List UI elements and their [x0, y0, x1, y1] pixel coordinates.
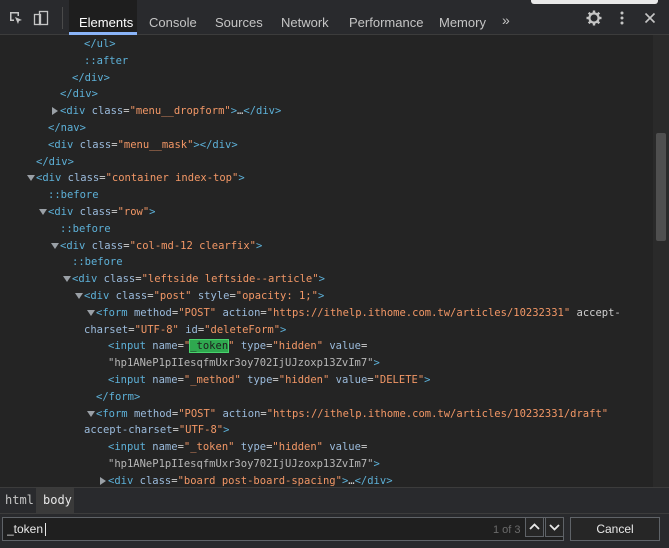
more-options-icon[interactable]	[614, 10, 630, 26]
dom-node-line[interactable]: charset="UTF-8" id="deleteForm">	[84, 322, 286, 338]
inspect-element-icon[interactable]	[8, 10, 24, 26]
toolbar-divider	[62, 7, 63, 29]
cancel-button[interactable]: Cancel	[570, 517, 660, 541]
dom-node-line[interactable]: <form method="POST" action="https://ithe…	[87, 406, 609, 422]
tab-network[interactable]: Network	[281, 0, 329, 35]
dom-node-text: ::before	[72, 256, 123, 269]
dom-node-text: ::after	[84, 54, 129, 67]
dom-node-text: <div class="row">	[48, 206, 156, 218]
dom-node-line[interactable]: "hp1ANeP1pIIesqfmUxr3oy702IjUJzoxp13ZvIm…	[108, 355, 380, 371]
dom-node-line[interactable]: <div class="menu__dropform">…</div>	[52, 103, 282, 119]
dom-node-text: "hp1ANeP1pIIesqfmUxr3oy702IjUJzoxp13ZvIm…	[108, 458, 380, 470]
dom-node-line[interactable]: <div class="board post-board-spacing">…<…	[100, 473, 393, 487]
dom-node-text: </ul>	[84, 38, 116, 50]
elements-scrollbar[interactable]	[653, 35, 669, 487]
search-box[interactable]: 1 of 3	[2, 517, 564, 541]
dom-node-line[interactable]: <div class="menu__mask"></div>	[48, 137, 238, 153]
collapsed-triangle-icon[interactable]	[52, 107, 58, 116]
tab-console[interactable]: Console	[149, 0, 197, 35]
chevron-up-icon	[529, 523, 540, 530]
dom-node-line[interactable]: <form method="POST" action="https://ithe…	[87, 305, 621, 321]
settings-gear-icon[interactable]	[586, 10, 602, 26]
expand-triangle-icon[interactable]	[75, 293, 83, 299]
search-input[interactable]	[7, 521, 477, 537]
devtools-toolbar: Elements Console Sources Network Perform…	[0, 0, 669, 35]
dom-node-text: <div class="leftside leftside--article">	[72, 273, 325, 286]
dom-node-text: <div class="container index-top">	[36, 172, 245, 185]
tab-elements[interactable]: Elements	[79, 0, 133, 35]
overflow-tabs-icon[interactable]: »	[502, 12, 510, 28]
dom-node-line[interactable]: ::before	[60, 221, 111, 237]
next-match-button[interactable]	[545, 517, 564, 537]
dom-node-text: <form method="POST" action="https://ithe…	[96, 306, 621, 319]
dom-node-text: <div class="menu__dropform">…</div>	[60, 105, 282, 118]
breadcrumb-item-html[interactable]: html	[5, 493, 34, 507]
dom-node-line[interactable]: </form>	[96, 389, 140, 405]
dom-node-line[interactable]: </ul>	[84, 36, 116, 52]
tab-sources[interactable]: Sources	[215, 0, 263, 35]
dom-node-text: charset="UTF-8" id="deleteForm">	[84, 323, 287, 336]
expand-triangle-icon[interactable]	[51, 242, 59, 249]
collapsed-triangle-icon[interactable]	[100, 476, 106, 485]
expand-triangle-icon[interactable]	[63, 276, 71, 283]
close-icon[interactable]	[642, 10, 658, 26]
dom-node-text: <input name="_token" type="hidden" value…	[108, 339, 368, 354]
previous-match-button[interactable]	[525, 517, 544, 537]
dom-node-text: </div>	[36, 155, 74, 168]
tab-memory[interactable]: Memory	[439, 0, 486, 35]
dom-node-text: <form method="POST" action="https://ithe…	[96, 407, 609, 420]
dom-node-line[interactable]: "hp1ANeP1pIIesqfmUxr3oy702IjUJzoxp13ZvIm…	[108, 456, 380, 472]
dom-node-text: <div class="board post-board-spacing">…<…	[108, 474, 393, 487]
expand-triangle-icon[interactable]	[27, 175, 35, 182]
window-edge	[531, 0, 658, 4]
text-caret	[45, 523, 46, 536]
dom-node-line[interactable]: </div>	[60, 86, 98, 102]
dom-node-line[interactable]: ::before	[48, 187, 99, 203]
dom-node-line[interactable]: <div class="row">	[39, 204, 156, 220]
dom-node-text: ::before	[48, 189, 99, 202]
dom-node-line[interactable]: <div class="col-md-12 clearfix">	[51, 238, 263, 254]
expand-triangle-icon[interactable]	[87, 309, 95, 316]
dom-node-line[interactable]: </nav>	[48, 120, 86, 136]
dom-node-line[interactable]: ::after	[84, 53, 128, 69]
device-toolbar-icon[interactable]	[33, 10, 49, 26]
chevron-down-icon	[549, 524, 560, 531]
dom-node-text: ::before	[60, 222, 111, 235]
dom-node-line[interactable]: ::before	[72, 254, 123, 270]
dom-node-line[interactable]: </div>	[36, 154, 74, 170]
dom-node-line[interactable]: <div class="leftside leftside--article">	[63, 271, 325, 287]
scrollbar-thumb[interactable]	[656, 133, 666, 241]
dom-node-text: <div class="menu__mask"></div>	[48, 138, 238, 151]
expand-triangle-icon[interactable]	[39, 209, 47, 215]
dom-node-text: accept-charset="UTF-8">	[84, 424, 230, 437]
dom-node-line[interactable]: <input name="_token" type="hidden" value…	[108, 338, 367, 354]
expand-triangle-icon[interactable]	[87, 410, 95, 417]
dom-node-text: </form>	[96, 390, 141, 403]
dom-node-text: </nav>	[48, 122, 86, 134]
match-count: 1 of 3	[493, 524, 521, 536]
dom-node-text: <div class="post" style="opacity: 1;">	[84, 290, 325, 302]
dom-node-text: </div>	[72, 71, 110, 84]
dom-node-text: <input name="_token" type="hidden" value…	[108, 441, 368, 454]
dom-node-line[interactable]: <div class="container index-top">	[27, 170, 245, 186]
dom-node-text: "hp1ANeP1pIIesqfmUxr3oy702IjUJzoxp13ZvIm…	[108, 357, 380, 370]
dom-node-line[interactable]: </div>	[72, 70, 110, 86]
dom-node-line[interactable]: accept-charset="UTF-8">	[84, 422, 229, 438]
elements-tree[interactable]: </ul>::after </div> </div> <div class="menu…	[0, 35, 653, 487]
dom-node-text: <div class="col-md-12 clearfix">	[60, 239, 263, 252]
breadcrumb: html body	[0, 487, 669, 513]
breadcrumb-item-body[interactable]: body	[43, 493, 72, 507]
tab-performance[interactable]: Performance	[349, 0, 423, 35]
find-bar: 1 of 3 Cancel	[0, 513, 669, 548]
dom-node-line[interactable]: <input name="_method" type="hidden" valu…	[108, 372, 431, 388]
dom-node-text: <input name="_method" type="hidden" valu…	[108, 374, 431, 386]
dom-node-line[interactable]: <input name="_token" type="hidden" value…	[108, 439, 367, 455]
dom-node-text: </div>	[60, 88, 98, 101]
dom-node-line[interactable]: <div class="post" style="opacity: 1;">	[75, 288, 325, 304]
